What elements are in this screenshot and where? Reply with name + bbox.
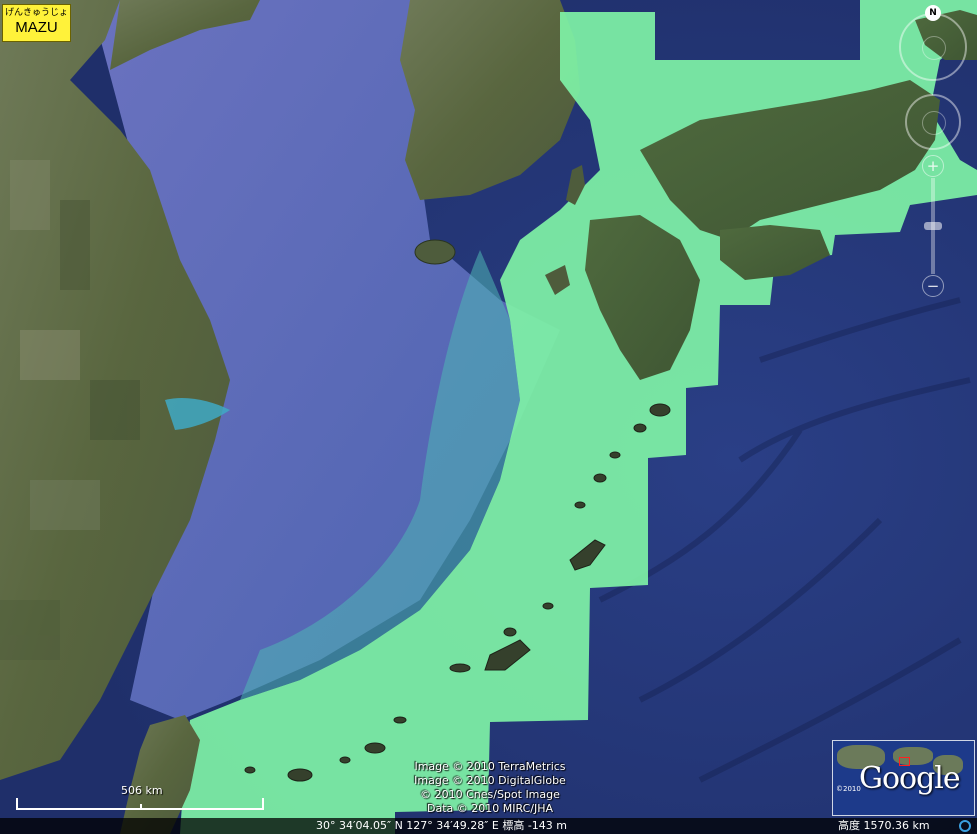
scale-tick bbox=[16, 798, 18, 810]
scale-tick bbox=[140, 804, 142, 810]
compass-north-icon[interactable]: N bbox=[925, 5, 941, 21]
attribution-line: Data © 2010 MIRC/JHA bbox=[426, 802, 553, 815]
overview-copyright: ©2010 bbox=[836, 785, 861, 793]
layer-badge[interactable]: げんきゅうじょ MAZU bbox=[2, 4, 71, 42]
attribution-line: © 2010 Cnes/Spot Image bbox=[420, 788, 560, 801]
look-around-control[interactable] bbox=[899, 13, 967, 81]
pointer-coordinates: 30° 34′04.05″ N 127° 34′49.28″ E 標高 -143… bbox=[316, 819, 568, 832]
google-logo: Google bbox=[859, 761, 961, 796]
scale-label: 506 km bbox=[121, 784, 163, 797]
badge-ruby-text: げんきゅうじょ bbox=[4, 8, 68, 18]
overview-map[interactable]: Google ©2010 bbox=[832, 740, 975, 816]
map-viewport[interactable]: げんきゅうじょ MAZU N + − Image © 2010 TerraMet… bbox=[0, 0, 977, 834]
navigation-controls[interactable]: N + − bbox=[895, 0, 977, 310]
scale-bar: 506 km bbox=[16, 784, 266, 814]
attribution-line: Image © 2010 DigitalGlobe bbox=[414, 774, 566, 787]
move-control[interactable] bbox=[905, 94, 961, 150]
satellite-map[interactable] bbox=[0, 0, 977, 834]
badge-title: MAZU bbox=[15, 19, 58, 36]
streaming-status-icon bbox=[959, 820, 971, 832]
look-joystick[interactable] bbox=[922, 36, 946, 60]
attribution-line: Image © 2010 TerraMetrics bbox=[414, 760, 566, 773]
eye-altitude: 高度 1570.36 km bbox=[838, 819, 930, 832]
jeju-island bbox=[414, 239, 456, 265]
status-bar: 30° 34′04.05″ N 127° 34′49.28″ E 標高 -143… bbox=[0, 818, 977, 834]
zoom-slider-thumb[interactable] bbox=[924, 222, 942, 230]
zoom-out-button[interactable]: − bbox=[922, 275, 944, 297]
imagery-attribution: Image © 2010 TerraMetrics Image © 2010 D… bbox=[395, 760, 585, 816]
zoom-in-button[interactable]: + bbox=[922, 155, 944, 177]
scale-tick bbox=[262, 798, 264, 810]
move-joystick[interactable] bbox=[922, 111, 946, 135]
